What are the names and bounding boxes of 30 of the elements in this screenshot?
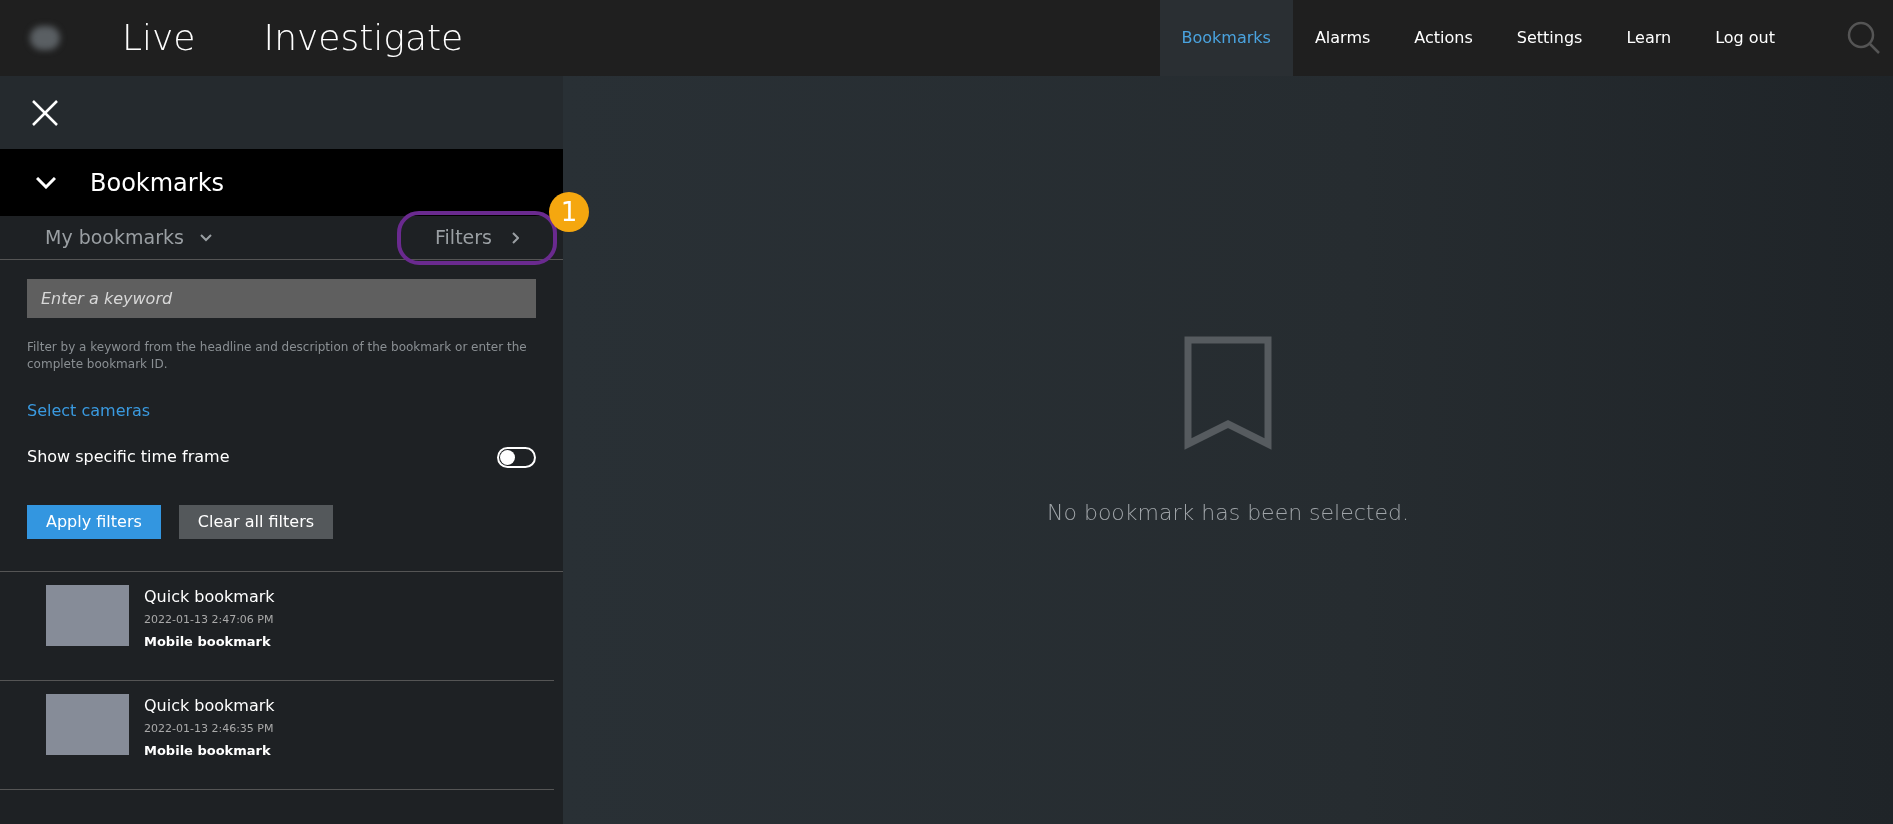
keyword-field[interactable]: Enter a keyword <box>27 279 536 318</box>
nav-tab[interactable]: Settings <box>1494 0 1605 76</box>
bookmark-time: 2022-01-13 2:47:06 PM <box>144 612 275 628</box>
bookmark-description: Mobile bookmark <box>144 632 272 651</box>
bookmark-time: 2022-01-13 2:46:35 PM <box>144 721 275 737</box>
nav-tab[interactable]: Bookmarks <box>1159 0 1293 76</box>
help-text: Filter by a keyword from the headline and description of the bookmark or enter the complete bookmark ID. <box>27 339 528 373</box>
panel-title: Bookmarks <box>90 167 225 199</box>
time-frame-label: Show specific time frame <box>27 446 230 468</box>
mode-tab[interactable]: Live <box>122 11 196 65</box>
bookmark-icon <box>1184 336 1272 450</box>
empty-message: No bookmark has been selected. <box>1047 499 1409 527</box>
scope-dropdown[interactable]: My bookmarks <box>45 223 212 252</box>
panel-header[interactable]: Bookmarks <box>0 149 563 216</box>
mode-tab[interactable]: Investigate <box>263 11 464 65</box>
bookmark-title: Quick bookmark <box>144 586 275 608</box>
nav-tab[interactable]: Alarms <box>1292 0 1393 76</box>
clear-button[interactable]: Clear all filters <box>178 505 334 539</box>
select-cameras-link[interactable]: Select cameras <box>27 399 536 423</box>
nav-tab[interactable]: Actions <box>1392 0 1495 76</box>
chevron-down-icon <box>199 233 212 242</box>
time-frame-toggle[interactable] <box>497 446 536 468</box>
chevron-right-icon <box>512 231 519 244</box>
bookmark-item[interactable]: Quick bookmark 2022-01-13 2:47:06 PM Mobile bookmark <box>0 572 554 681</box>
nav-tab[interactable]: Learn <box>1604 0 1694 76</box>
nav-tab[interactable]: Log out <box>1693 0 1797 76</box>
bookmark-description: Mobile bookmark <box>144 741 272 760</box>
bookmark-item[interactable]: Quick bookmark 2022-01-13 2:46:35 PM Mobile bookmark <box>0 681 554 790</box>
close-icon[interactable] <box>32 99 58 126</box>
bookmark-title: Quick bookmark <box>144 695 275 717</box>
